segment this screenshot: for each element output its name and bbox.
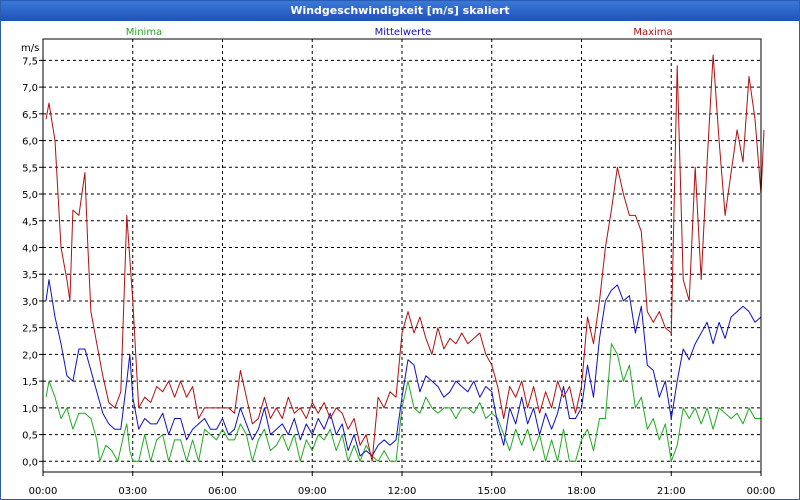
x-tick-time-label: 06:00 — [208, 486, 237, 497]
y-tick-label: 2,5 — [22, 324, 38, 335]
y-tick-label: 6,5 — [22, 110, 38, 121]
y-tick-label: 2,0 — [22, 350, 38, 361]
series-line-maxima — [45, 54, 765, 462]
y-tick-label: 1,5 — [22, 377, 38, 388]
legend-minima: Minima — [126, 27, 162, 38]
wind-speed-chart: 0,0 0,5 1,0 1,5 2,0 2,5 3,0 3,5 4,0 4,5 5,0 5,5 6,0 6… — [21, 27, 776, 497]
y-tick-label: 5,5 — [22, 163, 38, 174]
y-tick-label: 5,0 — [22, 190, 38, 201]
y-tick-label: 4,0 — [22, 243, 38, 254]
legend-mittelwerte: Mittelwerte — [375, 27, 432, 38]
x-tick-time-label: 15:00 — [477, 486, 506, 497]
y-tick-label: 0,0 — [22, 457, 38, 468]
legend: Minima Mittelwerte Maxima — [126, 27, 673, 38]
y-tick-label: 3,0 — [22, 297, 38, 308]
y-tick-label: 0,5 — [22, 431, 38, 442]
y-tick-label: 7,0 — [22, 83, 38, 94]
y-tick-label: 1,0 — [22, 404, 38, 415]
y-tick-label: 4,5 — [22, 217, 38, 228]
x-tick-time-label: 21:00 — [657, 486, 686, 497]
series-lines — [45, 54, 765, 462]
chart-window: Windgeschwindigkeit [m/s] skaliert 0,0 0,… — [0, 0, 800, 500]
series-line-mittelwerte — [45, 279, 762, 457]
x-tick-time-label: 00:00 — [29, 486, 58, 497]
series-line-minima — [45, 343, 761, 462]
x-tick-time-label: 18:00 — [567, 486, 596, 497]
y-axis-label: m/s — [21, 43, 39, 54]
x-tick-time-label: 09:00 — [298, 486, 327, 497]
y-tick-label: 6,0 — [22, 137, 38, 148]
window-title: Windgeschwindigkeit [m/s] skaliert — [1, 1, 799, 21]
y-tick-label: 3,5 — [22, 270, 38, 281]
x-tick-time-label: 12:00 — [388, 486, 417, 497]
x-tick-time-label: 00:00 — [747, 486, 776, 497]
legend-maxima: Maxima — [633, 27, 672, 38]
x-tick-time-label: 03:00 — [118, 486, 147, 497]
y-tick-label: 7,5 — [22, 56, 38, 67]
